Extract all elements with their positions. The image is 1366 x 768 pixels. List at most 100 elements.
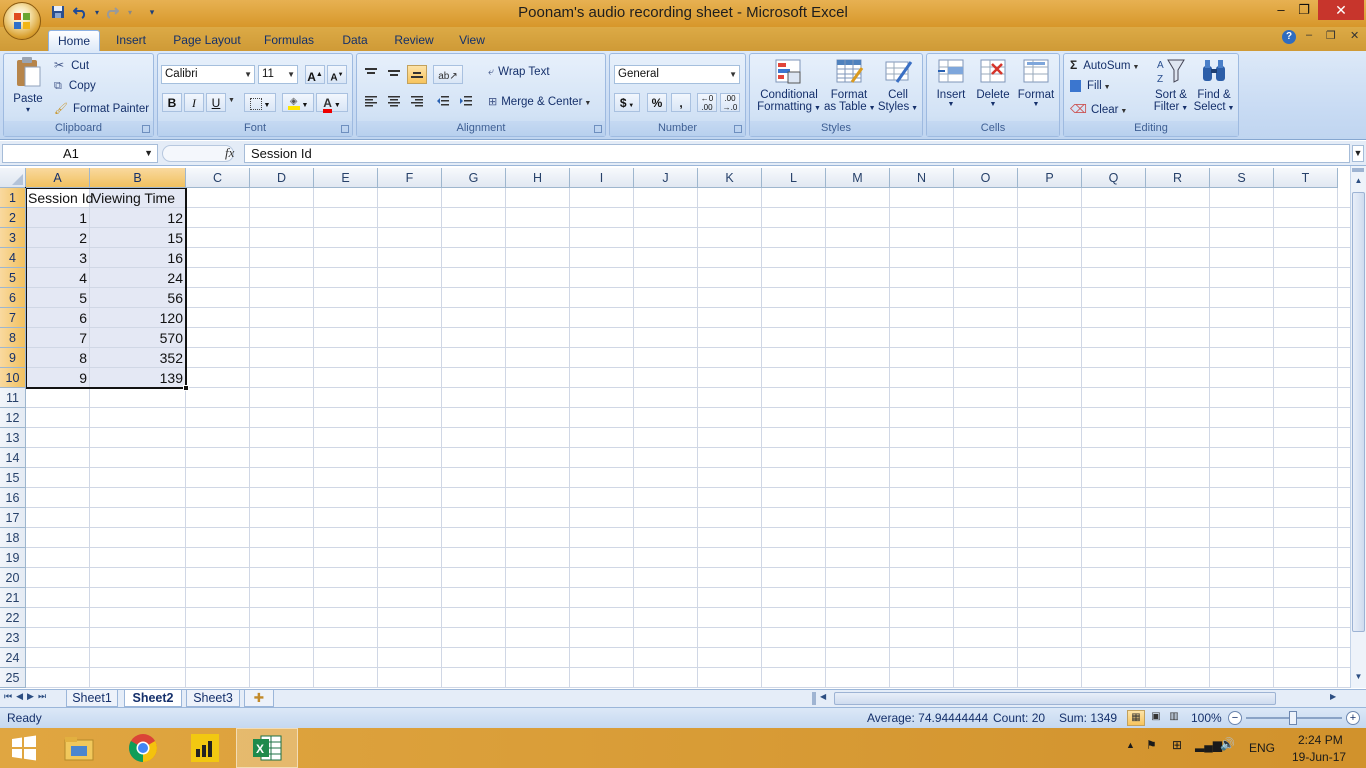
insert-cells-button[interactable]: Insert ▼ [931,56,971,108]
zoom-slider-thumb[interactable] [1289,711,1297,725]
row-header-15[interactable]: 15 [0,468,26,488]
network-windows-icon[interactable]: ⊞ [1172,738,1182,752]
underline-dropdown-icon[interactable]: ▼ [228,97,235,104]
insert-sheet-icon[interactable]: ✚ [244,690,274,707]
font-name-combo[interactable]: Calibri ▼ [161,65,255,84]
tab-home[interactable]: Home [48,30,100,51]
close-icon[interactable]: ✕ [1318,0,1364,20]
data-cell[interactable]: 15 [90,228,186,248]
clock-date[interactable]: 19-Jun-17 [1292,750,1346,764]
fill-button[interactable]: Fill ▼ [1070,80,1111,98]
increase-indent-icon[interactable] [456,93,476,112]
tab-insert[interactable]: Insert [108,30,154,51]
align-bottom-icon[interactable] [407,65,427,84]
column-header-g[interactable]: G [442,168,506,188]
data-cell[interactable]: 139 [90,368,186,388]
zoom-in-icon[interactable]: + [1346,711,1360,725]
row-header-11[interactable]: 11 [0,388,26,408]
column-header-j[interactable]: J [634,168,698,188]
alignment-dialog-launcher-icon[interactable] [594,125,602,133]
select-all-corner[interactable] [0,168,26,188]
worksheet-grid[interactable]: A B C D E F G H I J K L M N O P Q R S T 1 2 3 4 5 6 7 8 9 10 11 12 13 14 1… [0,168,1350,688]
column-header-e[interactable]: E [314,168,378,188]
clock-time[interactable]: 2:24 PM [1298,733,1343,747]
data-cell[interactable]: 16 [90,248,186,268]
column-header-r[interactable]: R [1146,168,1210,188]
data-cell[interactable]: 570 [90,328,186,348]
cell-header[interactable]: Session Id [28,188,93,208]
row-header-9[interactable]: 9 [0,348,26,368]
start-button[interactable] [0,728,48,768]
row-header-24[interactable]: 24 [0,648,26,668]
column-header-k[interactable]: K [698,168,762,188]
decrease-decimal-icon[interactable]: .00 →.0 [720,93,740,112]
scroll-down-icon[interactable]: ▼ [1352,672,1365,686]
align-right-icon[interactable] [407,93,427,112]
row-header-22[interactable]: 22 [0,608,26,628]
column-header-c[interactable]: C [186,168,250,188]
save-icon[interactable] [50,4,66,20]
help-icon[interactable]: ? [1282,30,1296,44]
tab-review[interactable]: Review [389,30,439,51]
row-header-6[interactable]: 6 [0,288,26,308]
scroll-up-icon[interactable]: ▲ [1352,176,1365,190]
tab-split-handle[interactable] [812,692,816,705]
ribbon-restore-icon[interactable]: ❐ [1326,29,1336,42]
column-header-d[interactable]: D [250,168,314,188]
data-cell[interactable]: 12 [90,208,186,228]
data-cell[interactable]: 3 [26,248,90,268]
row-header-2[interactable]: 2 [0,208,26,228]
data-cell[interactable]: 1 [26,208,90,228]
number-format-combo[interactable]: General ▼ [614,65,740,84]
page-layout-view-icon[interactable]: ▣ [1147,710,1165,726]
underline-button[interactable]: U [206,93,226,112]
format-as-table-button[interactable]: Format as Table ▼ [824,56,876,113]
delete-cells-button[interactable]: Delete ▼ [973,56,1013,108]
wrap-text-button[interactable]: ⤶ Wrap Text [488,66,550,84]
data-cell[interactable]: 6 [26,308,90,328]
sheet-tab-sheet3[interactable]: Sheet3 [186,690,240,707]
column-header-f[interactable]: F [378,168,442,188]
row-header-13[interactable]: 13 [0,428,26,448]
data-cell[interactable]: 5 [26,288,90,308]
orientation-button[interactable]: ab↗ [433,65,463,84]
data-cell[interactable]: 8 [26,348,90,368]
vertical-scrollbar[interactable]: ▲ ▼ [1350,166,1366,688]
column-header-m[interactable]: M [826,168,890,188]
increase-decimal-icon[interactable]: ←0.00 [697,93,717,112]
column-header-i[interactable]: I [570,168,634,188]
comma-style-button[interactable]: , [671,93,691,112]
page-break-view-icon[interactable]: ▥ [1165,710,1183,726]
split-box[interactable] [1352,168,1364,172]
tab-data[interactable]: Data [336,30,374,51]
paste-button[interactable]: Paste ▾ [8,56,48,120]
column-header-p[interactable]: P [1018,168,1082,188]
bold-button[interactable]: B [162,93,182,112]
sheet-tab-sheet2[interactable]: Sheet2 [124,690,182,707]
data-cell[interactable]: 9 [26,368,90,388]
data-cell[interactable]: 4 [26,268,90,288]
excel-taskbar-button[interactable]: X [236,728,298,768]
row-header-18[interactable]: 18 [0,528,26,548]
column-header-o[interactable]: O [954,168,1018,188]
align-center-icon[interactable] [384,93,404,112]
cell-header[interactable]: Viewing Time [92,188,175,208]
row-header-23[interactable]: 23 [0,628,26,648]
percent-button[interactable]: % [647,93,667,112]
find-select-button[interactable]: Find & Select ▼ [1192,56,1236,113]
tab-page-layout[interactable]: Page Layout [170,30,244,51]
data-cell[interactable]: 2 [26,228,90,248]
column-header-t[interactable]: T [1274,168,1338,188]
column-header-b[interactable]: B [90,168,186,188]
zoom-level[interactable]: 100% [1191,711,1222,725]
merge-center-button[interactable]: ⊞ Merge & Center ▼ [488,95,591,113]
column-header-q[interactable]: Q [1082,168,1146,188]
tab-formulas[interactable]: Formulas [258,30,320,51]
undo-icon[interactable] [72,4,88,20]
row-header-16[interactable]: 16 [0,488,26,508]
row-header-7[interactable]: 7 [0,308,26,328]
expand-formula-bar-icon[interactable]: ▼ [1352,145,1364,162]
row-header-17[interactable]: 17 [0,508,26,528]
sheet-nav-icons[interactable]: ⏮◀▶⏭ [4,691,50,702]
row-header-20[interactable]: 20 [0,568,26,588]
